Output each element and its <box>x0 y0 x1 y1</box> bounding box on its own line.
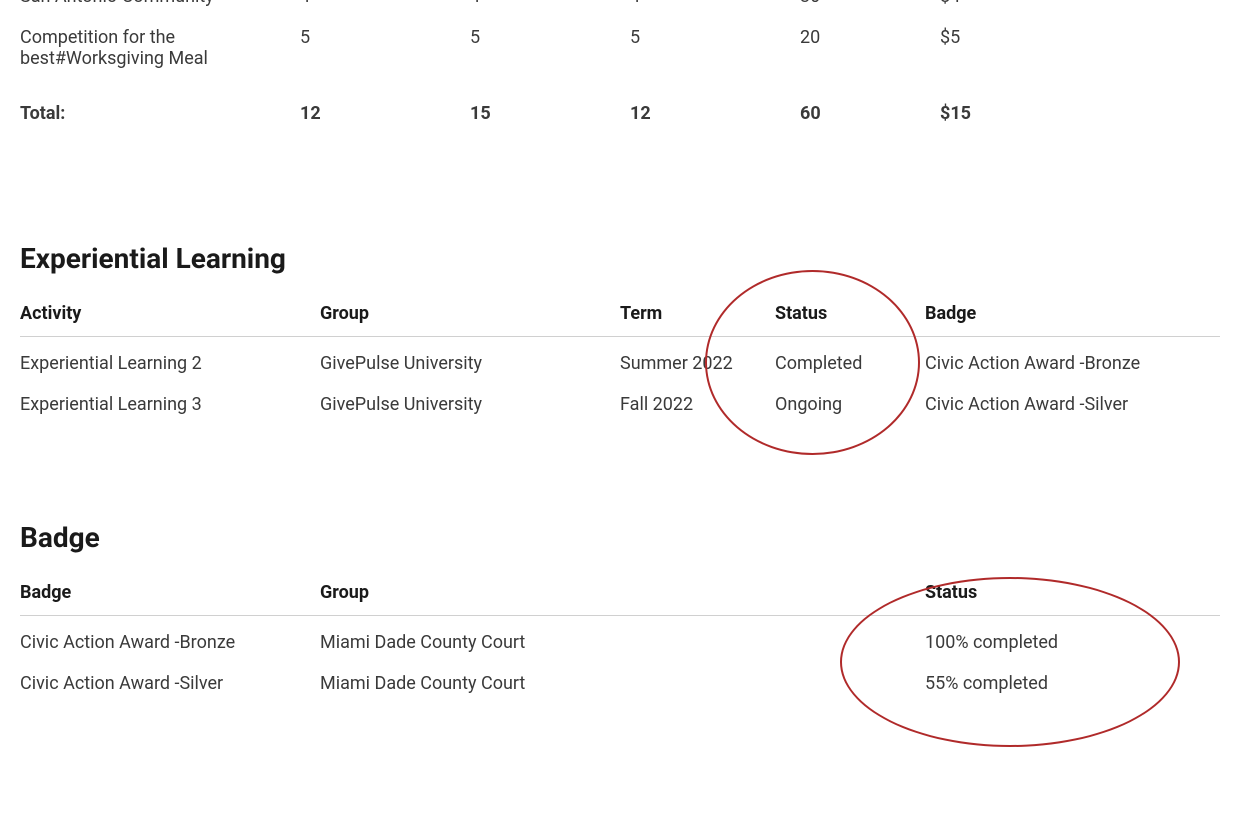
summary-c3: 4 <box>470 0 630 13</box>
total-c2: 12 <box>300 75 470 152</box>
col-term: Term <box>620 293 775 337</box>
col-badge: Badge <box>925 293 1220 337</box>
summary-c4: 5 <box>630 13 800 75</box>
col-badge: Badge <box>20 572 320 616</box>
col-group: Group <box>320 572 925 616</box>
col-status: Status <box>775 293 925 337</box>
badge-table: Badge Group Status Civic Action Award -B… <box>20 572 1220 700</box>
el-status: Ongoing <box>775 380 925 421</box>
summary-c2: 4 <box>300 0 470 13</box>
total-c5: 60 <box>800 75 940 152</box>
experiential-learning-table: Activity Group Term Status Badge Experie… <box>20 293 1220 421</box>
col-status: Status <box>925 572 1220 616</box>
experiential-learning-title: Experiential Learning <box>20 242 1220 275</box>
badge-name: Civic Action Award -Bronze <box>20 616 320 660</box>
badge-group: Miami Dade County Court <box>320 616 925 660</box>
el-activity: Experiential Learning 2 <box>20 337 320 381</box>
el-group: GivePulse University <box>320 337 620 381</box>
total-c4: 12 <box>630 75 800 152</box>
el-badge: Civic Action Award -Silver <box>925 380 1220 421</box>
table-row: Experiential Learning 3 GivePulse Univer… <box>20 380 1220 421</box>
table-row: Experiential Learning 2 GivePulse Univer… <box>20 337 1220 381</box>
total-label: Total: <box>20 75 300 152</box>
summary-name: San Antonio Community <box>20 0 300 13</box>
total-c6: $15 <box>940 75 1220 152</box>
summary-c4: 4 <box>630 0 800 13</box>
el-term: Fall 2022 <box>620 380 775 421</box>
table-row: Civic Action Award -Bronze Miami Dade Co… <box>20 616 1220 660</box>
el-status: Completed <box>775 337 925 381</box>
table-total-row: Total: 12 15 12 60 $15 <box>20 75 1220 152</box>
summary-c6: $4 <box>940 0 1220 13</box>
table-row: San Antonio Community 4 4 4 30 $4 <box>20 0 1220 13</box>
summary-c3: 5 <box>470 13 630 75</box>
table-row: Competition for the best#Worksgiving Mea… <box>20 13 1220 75</box>
col-group: Group <box>320 293 620 337</box>
summary-table: San Antonio Community 4 4 4 30 $4 Compet… <box>20 0 1220 152</box>
table-header-row: Activity Group Term Status Badge <box>20 293 1220 337</box>
summary-c2: 5 <box>300 13 470 75</box>
badge-status: 55% completed <box>925 659 1220 700</box>
summary-c5: 30 <box>800 0 940 13</box>
el-group: GivePulse University <box>320 380 620 421</box>
total-c3: 15 <box>470 75 630 152</box>
summary-name: Competition for the best#Worksgiving Mea… <box>20 13 300 75</box>
badge-name: Civic Action Award -Silver <box>20 659 320 700</box>
el-term: Summer 2022 <box>620 337 775 381</box>
col-activity: Activity <box>20 293 320 337</box>
summary-c5: 20 <box>800 13 940 75</box>
table-header-row: Badge Group Status <box>20 572 1220 616</box>
summary-c6: $5 <box>940 13 1220 75</box>
badge-title: Badge <box>20 521 1220 554</box>
badge-status: 100% completed <box>925 616 1220 660</box>
table-row: Civic Action Award -Silver Miami Dade Co… <box>20 659 1220 700</box>
el-badge: Civic Action Award -Bronze <box>925 337 1220 381</box>
el-activity: Experiential Learning 3 <box>20 380 320 421</box>
badge-group: Miami Dade County Court <box>320 659 925 700</box>
